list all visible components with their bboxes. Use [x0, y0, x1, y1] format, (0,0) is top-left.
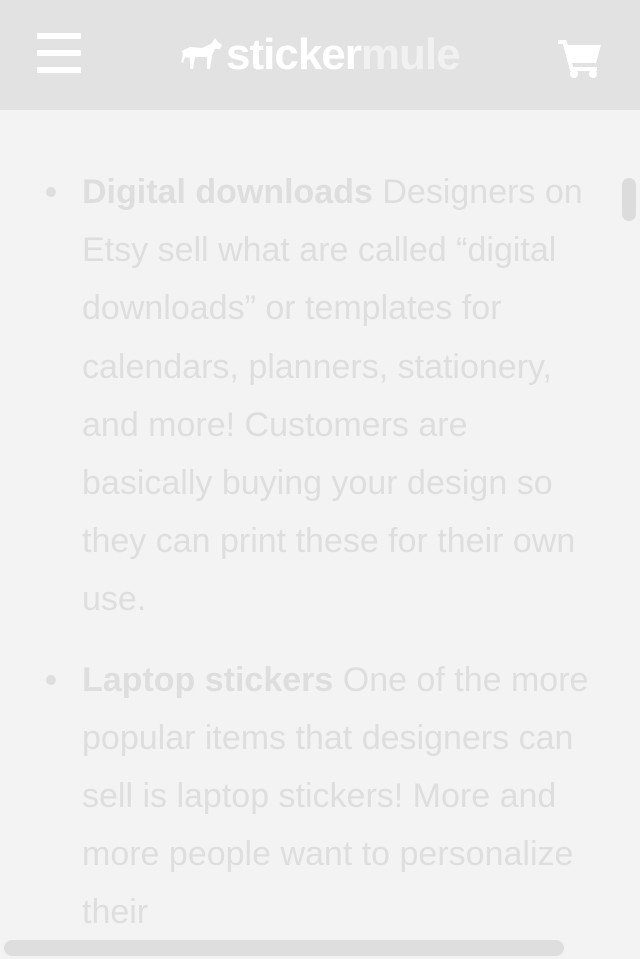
- logo-text-mule: mule: [360, 30, 461, 79]
- logo-text-sticker: sticker: [226, 30, 362, 79]
- mule-icon: [181, 38, 222, 69]
- top-navbar: sticker mule: [0, 0, 640, 110]
- bullet-icon: [46, 674, 56, 685]
- shopping-cart-icon[interactable]: [557, 36, 603, 78]
- article-content: Digital downloads Designers on Etsy sell…: [0, 110, 640, 959]
- vertical-scrollbar[interactable]: [622, 178, 636, 221]
- sticker-mule-logo[interactable]: sticker mule: [180, 30, 461, 80]
- hamburger-menu-icon[interactable]: [37, 33, 81, 73]
- list-item: Laptop stickers One of the more popular …: [46, 651, 602, 942]
- list-item-text: Designers on Etsy sell what are called “…: [82, 173, 583, 619]
- bullet-icon: [46, 187, 56, 197]
- list-item: Digital downloads Designers on Etsy sell…: [46, 163, 602, 629]
- article-list: Digital downloads Designers on Etsy sell…: [46, 163, 602, 959]
- horizontal-scrollbar[interactable]: [4, 940, 564, 956]
- list-item-title: Digital downloads: [82, 173, 373, 211]
- list-item-text: One of the more popular items that desig…: [82, 660, 589, 932]
- list-item-title: Laptop stickers: [82, 660, 334, 699]
